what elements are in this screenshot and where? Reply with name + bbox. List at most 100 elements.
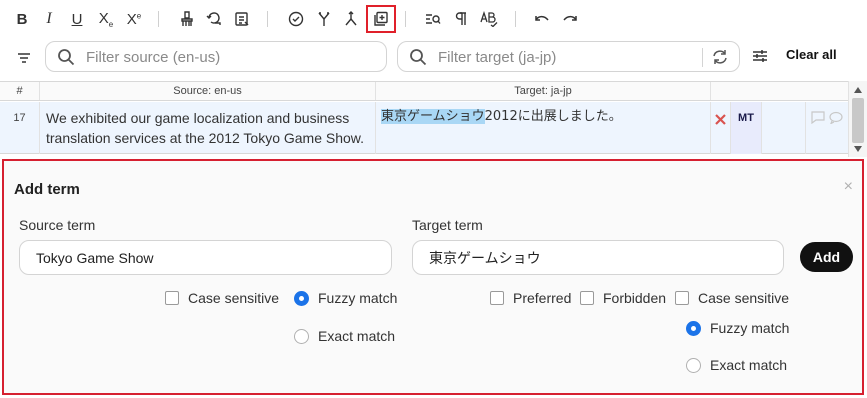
split-icon [345, 11, 357, 26]
superscript-icon: Xe [126, 10, 142, 28]
comment-icon [829, 111, 843, 124]
row-number: 17 [0, 102, 40, 154]
preferred-checkbox[interactable]: Preferred [490, 289, 571, 307]
bold-button[interactable]: B [9, 7, 35, 31]
source-cell[interactable]: We exhibited our game localization and b… [40, 102, 376, 154]
clear-all-button[interactable]: Clear all [786, 47, 837, 62]
grid-header: # Source: en-us Target: ja-jp [0, 81, 848, 101]
source-filter-input[interactable] [86, 47, 376, 67]
radio-selected-icon [686, 320, 701, 336]
scroll-up-icon[interactable] [853, 86, 863, 94]
option-label: Preferred [513, 290, 572, 306]
target-selection: 東京ゲームショウ [381, 109, 485, 124]
source-case-sensitive-checkbox[interactable]: Case sensitive [165, 289, 279, 307]
checkbox-icon [490, 291, 504, 305]
show-formatting-button[interactable] [448, 7, 474, 31]
add-term-icon [374, 11, 388, 26]
confirm-button[interactable] [283, 7, 309, 31]
italic-button[interactable]: I [36, 7, 62, 31]
option-label: Exact match [318, 328, 396, 344]
spellcheck-button[interactable] [476, 7, 502, 31]
target-filter-input[interactable] [438, 47, 688, 67]
option-label: Fuzzy match [710, 320, 790, 336]
toolbar-divider [515, 11, 516, 27]
add-term-panel: Add term × Source term Target term Tokyo… [2, 159, 864, 395]
confirm-icon [288, 11, 304, 27]
target-filter[interactable] [397, 41, 740, 72]
source-filter[interactable] [45, 41, 387, 72]
scroll-down-icon[interactable] [853, 145, 863, 153]
option-label: Forbidden [603, 290, 667, 306]
filter-icon[interactable] [14, 48, 34, 68]
redo-button[interactable] [557, 7, 583, 31]
merge-icon [318, 12, 330, 26]
target-term-field[interactable]: 東京ゲームショウ [412, 240, 784, 275]
source-fuzzy-match-radio[interactable]: Fuzzy match [294, 289, 397, 307]
comment-cell[interactable] [806, 102, 848, 154]
source-term-label: Source term [19, 217, 96, 233]
subscript-icon: Xe [98, 9, 114, 29]
superscript-button[interactable]: Xe [121, 7, 147, 31]
pilcrow-icon [455, 12, 466, 25]
target-case-sensitive-checkbox[interactable]: Case sensitive [675, 289, 789, 307]
panel-title: Add term [14, 181, 80, 198]
source-exact-match-radio[interactable]: Exact match [294, 327, 395, 345]
find-button[interactable] [420, 7, 446, 31]
radio-icon [686, 357, 701, 373]
search-icon [410, 49, 427, 66]
status-cell [762, 102, 806, 154]
option-label: Case sensitive [698, 290, 790, 306]
subscript-button[interactable]: Xe [93, 7, 119, 31]
scroll-thumb[interactable] [852, 98, 864, 143]
divider [702, 48, 703, 67]
split-segment-button[interactable] [338, 7, 364, 31]
italic-icon: I [46, 10, 52, 27]
search-icon [58, 49, 75, 66]
close-icon[interactable]: × [844, 179, 853, 195]
underline-button[interactable]: U [64, 7, 90, 31]
target-cell[interactable]: 東京ゲームショウ2012に出展しました。 [376, 102, 711, 154]
table-row[interactable]: 17 We exhibited our game localization an… [0, 102, 848, 154]
checkbox-icon [675, 291, 689, 305]
delete-x-icon [715, 114, 726, 125]
forbidden-checkbox[interactable]: Forbidden [580, 289, 666, 307]
column-header-number: # [0, 82, 40, 100]
column-header-status [711, 82, 848, 100]
mt-badge: MT [731, 102, 762, 154]
insert-tags-icon [235, 12, 249, 26]
target-fuzzy-match-radio[interactable]: Fuzzy match [686, 319, 789, 337]
column-header-source: Source: en-us [40, 82, 376, 100]
checkbox-icon [165, 291, 179, 305]
radio-selected-icon [294, 290, 309, 306]
toolbar-divider [405, 11, 406, 27]
flag-icon [811, 111, 825, 124]
insert-tags-button[interactable] [229, 7, 255, 31]
delete-mt-button[interactable] [711, 102, 731, 154]
add-button[interactable]: Add [800, 242, 853, 272]
undo-button[interactable] [529, 7, 555, 31]
underline-icon: U [71, 10, 83, 28]
copy-source-icon [206, 12, 221, 25]
find-icon [426, 14, 441, 24]
column-header-target: Target: ja-jp [376, 82, 711, 100]
target-text: 2012に出展しました。 [484, 109, 622, 124]
bold-icon: B [16, 10, 28, 28]
option-label: Fuzzy match [318, 290, 398, 306]
spellcheck-icon [480, 11, 498, 27]
redo-icon [563, 15, 577, 21]
target-term-label: Target term [412, 217, 483, 233]
filter-row [0, 38, 867, 78]
toolbar-divider [158, 11, 159, 27]
clear-format-button[interactable] [174, 7, 200, 31]
target-exact-match-radio[interactable]: Exact match [686, 356, 787, 374]
add-term-button[interactable] [366, 5, 396, 33]
radio-icon [294, 328, 309, 344]
sliders-icon[interactable] [751, 47, 769, 65]
merge-segments-button[interactable] [311, 7, 337, 31]
clear-format-icon [181, 11, 193, 26]
copy-source-button[interactable] [201, 7, 227, 31]
grid-scrollbar[interactable] [848, 81, 867, 157]
undo-icon [535, 15, 549, 21]
source-term-field[interactable]: Tokyo Game Show [19, 240, 392, 275]
sync-icon[interactable] [711, 48, 729, 66]
